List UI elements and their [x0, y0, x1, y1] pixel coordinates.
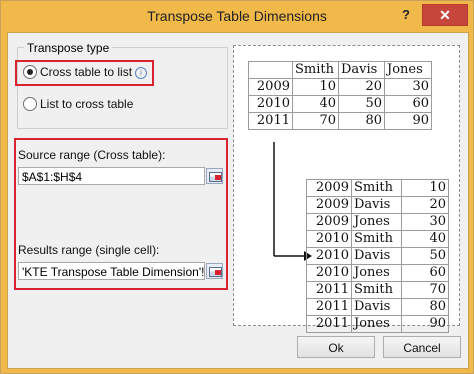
- table-cell: 50: [338, 95, 385, 113]
- table-cell: 2009: [306, 213, 352, 231]
- table-cell: 70: [292, 112, 339, 130]
- table-cell: 50: [401, 247, 449, 265]
- results-range-select-icon[interactable]: [206, 263, 223, 279]
- table-cell: 2011: [248, 112, 293, 130]
- table-cell: 80: [401, 298, 449, 316]
- table-cell: 30: [401, 213, 449, 231]
- table-row: 2010 Jones 60: [306, 264, 449, 282]
- table-cell: 60: [401, 264, 449, 282]
- table-row: 2009 Smith 10: [306, 179, 449, 197]
- table-row: 2010 40 50 60: [248, 95, 432, 113]
- source-range-label: Source range (Cross table):: [18, 148, 166, 162]
- table-cell: 2011: [306, 298, 352, 316]
- table-cell: 2009: [248, 78, 293, 96]
- cancel-button[interactable]: Cancel: [383, 336, 461, 358]
- table-row: 2011 Davis 80: [306, 298, 449, 316]
- table-row: 2010 Smith 40: [306, 230, 449, 248]
- table-row: 2009 Jones 30: [306, 213, 449, 231]
- table-cell: 60: [384, 95, 432, 113]
- table-cell: Jones: [384, 61, 432, 79]
- table-cell: Davis: [351, 298, 402, 316]
- preview-pane: Smith Davis Jones 2009 10 20 30 2010 40 …: [233, 45, 460, 333]
- table-cell: 40: [292, 95, 339, 113]
- close-button[interactable]: ✕: [422, 4, 468, 26]
- table-cell: Smith: [292, 61, 339, 79]
- table-row: 2009 Davis 20: [306, 196, 449, 214]
- option-cross-table-to-list-label[interactable]: Cross table to list: [40, 65, 132, 79]
- help-icon[interactable]: ?: [402, 7, 410, 22]
- table-row: 2009 10 20 30: [248, 78, 432, 96]
- source-range-select-icon[interactable]: [206, 168, 223, 184]
- table-cell: Smith: [351, 179, 402, 197]
- table-cell: 2010: [306, 247, 352, 265]
- table-cell: Smith: [351, 281, 402, 299]
- ok-button[interactable]: Ok: [297, 336, 375, 358]
- table-cell: 10: [401, 179, 449, 197]
- table-cell: 20: [338, 78, 385, 96]
- table-row: Smith Davis Jones: [248, 61, 432, 79]
- radio-list-to-cross-table[interactable]: [23, 97, 37, 111]
- list-table-preview: 2009 Smith 10 2009 Davis 20 2009 Jones 30 2010…: [306, 179, 449, 333]
- table-cell: Davis: [351, 247, 402, 265]
- table-cell: 2009: [306, 196, 352, 214]
- table-cell: 70: [401, 281, 449, 299]
- table-cell: 2010: [248, 95, 293, 113]
- table-row: 2011 Smith 70: [306, 281, 449, 299]
- table-row: 2011 Jones 90: [306, 315, 449, 333]
- radio-cross-table-to-list[interactable]: [23, 65, 37, 79]
- table-row: 2011 70 80 90: [248, 112, 432, 130]
- dialog-body: Transpose type Cross table to list i Lis…: [7, 32, 469, 369]
- table-cell: 2010: [306, 264, 352, 282]
- table-cell: 90: [401, 315, 449, 333]
- table-cell: Jones: [351, 315, 402, 333]
- cross-table-preview: Smith Davis Jones 2009 10 20 30 2010 40 …: [248, 61, 432, 130]
- table-cell: 2010: [306, 230, 352, 248]
- table-cell: 2011: [306, 315, 352, 333]
- table-cell: Jones: [351, 264, 402, 282]
- table-cell: [248, 61, 293, 79]
- results-range-input[interactable]: 'KTE Transpose Table Dimension'!$A$: [18, 262, 205, 280]
- source-range-input[interactable]: $A$1:$H$4: [18, 167, 205, 185]
- table-cell: 40: [401, 230, 449, 248]
- transpose-dialog: Transpose Table Dimensions ? ✕ Transpose…: [0, 0, 474, 374]
- table-cell: Davis: [338, 61, 385, 79]
- table-cell: Davis: [351, 196, 402, 214]
- table-cell: Jones: [351, 213, 402, 231]
- title-bar[interactable]: Transpose Table Dimensions ? ✕: [1, 1, 473, 32]
- table-cell: 2011: [306, 281, 352, 299]
- table-cell: Smith: [351, 230, 402, 248]
- table-cell: 20: [401, 196, 449, 214]
- option-list-to-cross-table-label[interactable]: List to cross table: [40, 97, 133, 111]
- table-cell: 90: [384, 112, 432, 130]
- transpose-type-label: Transpose type: [24, 41, 113, 55]
- table-row: 2010 Davis 50: [306, 247, 449, 265]
- table-cell: 30: [384, 78, 432, 96]
- table-cell: 2009: [306, 179, 352, 197]
- table-cell: 80: [338, 112, 385, 130]
- results-range-label: Results range (single cell):: [18, 243, 160, 257]
- info-icon[interactable]: i: [135, 67, 147, 79]
- table-cell: 10: [292, 78, 339, 96]
